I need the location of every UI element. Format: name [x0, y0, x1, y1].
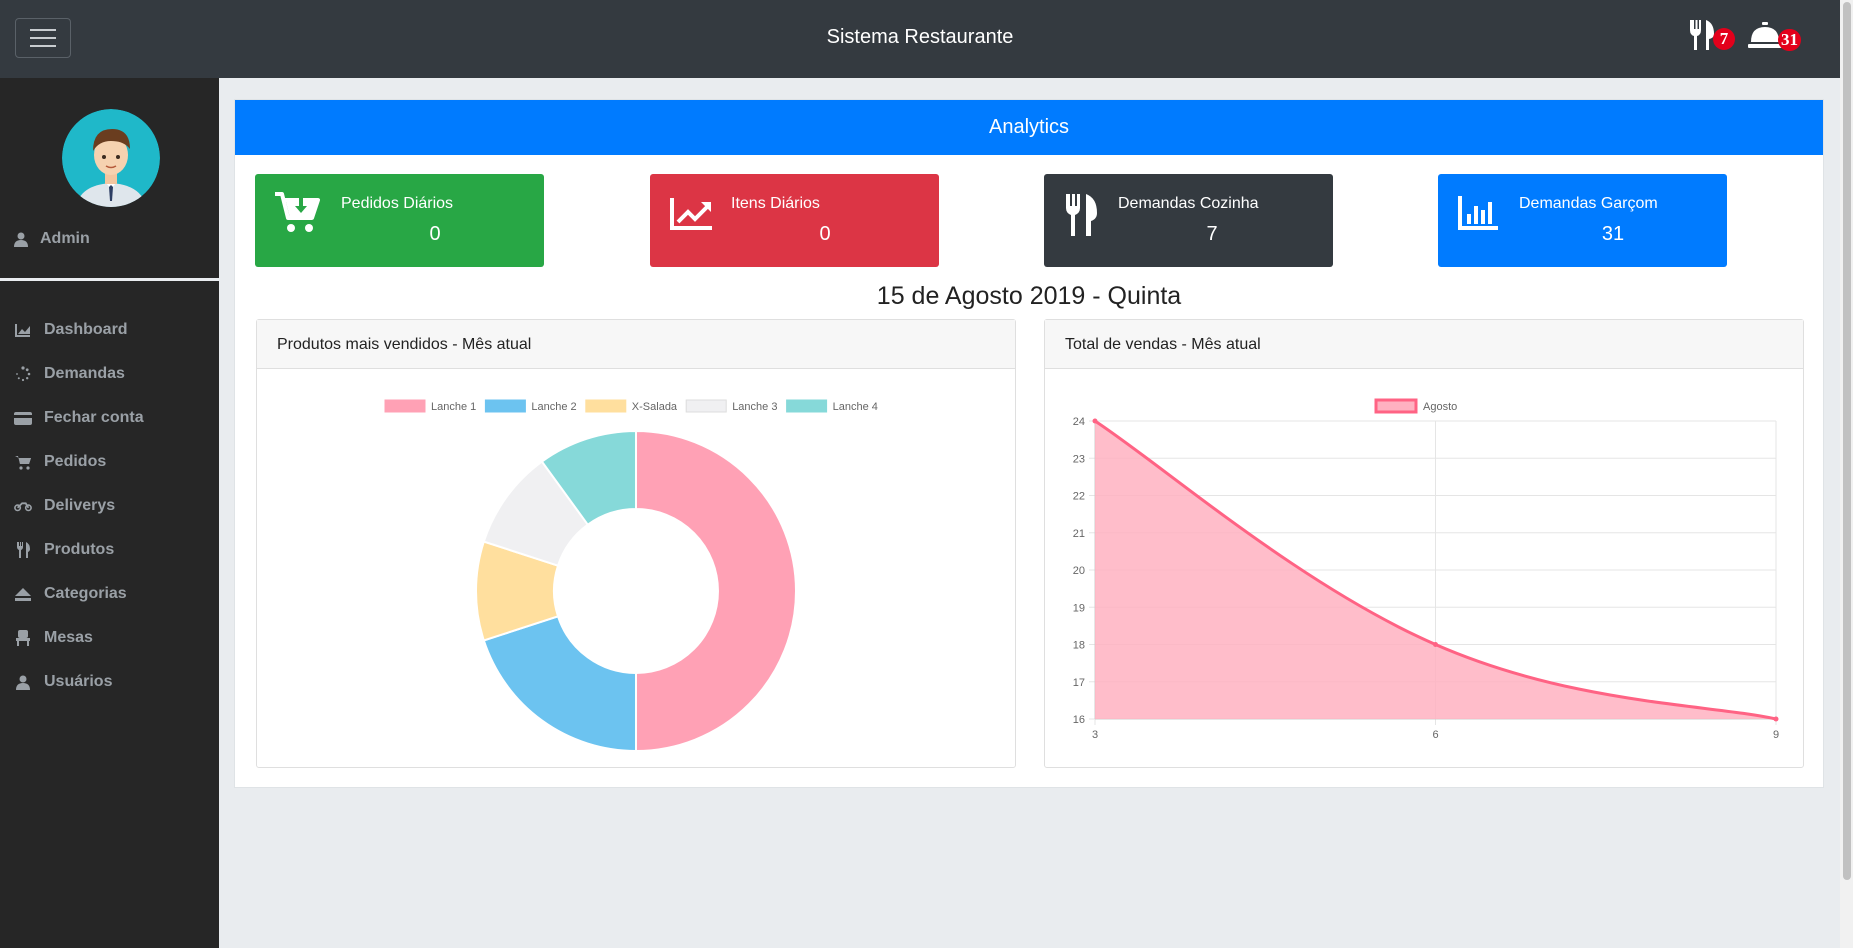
stat-value: 31: [1601, 223, 1625, 245]
y-tick-label: 24: [1073, 416, 1085, 428]
panel-title: Analytics: [235, 100, 1823, 155]
bar-chart-icon: [1458, 196, 1498, 235]
sidebar-item-pedidos[interactable]: Pedidos: [0, 440, 219, 484]
top-navbar: Sistema Restaurante 7 31: [0, 0, 1840, 78]
sidebar-item-label: Mesas: [44, 629, 93, 646]
data-point[interactable]: [1773, 716, 1779, 722]
sidebar-item-produtos[interactable]: Produtos: [0, 528, 219, 572]
stat-card-pedidos[interactable]: Pedidos Diários 0: [255, 174, 544, 267]
donut-slice[interactable]: [635, 429, 797, 753]
x-tick-label: 9: [1773, 729, 1779, 741]
sidebar-divider: [0, 278, 219, 281]
stat-card-cozinha[interactable]: Demandas Cozinha 7: [1044, 174, 1333, 267]
sidebar-item-usuarios[interactable]: Usuários: [0, 660, 219, 704]
kitchen-count-badge: 7: [1713, 28, 1735, 50]
legend-swatch[interactable]: [786, 399, 828, 413]
y-tick-label: 17: [1073, 677, 1085, 689]
current-date: 15 de Agosto 2019 - Quinta: [876, 282, 1182, 310]
y-tick-label: 22: [1073, 491, 1085, 503]
sidebar-nav: Dashboard Demandas Fechar conta Pedidos …: [0, 308, 219, 704]
y-tick-label: 21: [1073, 528, 1085, 540]
sidebar-item-label: Pedidos: [44, 453, 107, 470]
user-icon: [14, 674, 32, 690]
data-point[interactable]: [1092, 418, 1098, 424]
sidebar-item-demandas[interactable]: Demandas: [0, 352, 219, 396]
credit-card-icon: [14, 410, 32, 426]
sidebar-item-label: Deliverys: [44, 497, 116, 514]
legend-label: Lanche 2: [531, 401, 576, 413]
user-icon: [14, 232, 28, 247]
chair-icon: [14, 630, 32, 646]
spinner-icon: [14, 366, 32, 382]
sidebar-item-label: Categorias: [44, 585, 127, 602]
cutlery-icon: [14, 542, 32, 558]
line-chart-icon: [670, 198, 712, 235]
legend-label: Lanche 1: [431, 401, 476, 413]
stat-value: 0: [819, 223, 831, 245]
y-tick-label: 19: [1073, 602, 1085, 614]
legend-swatch[interactable]: [585, 399, 627, 413]
sales-total-chart-card: Total de vendas - Mês atual 16 17 18 19 20 21…: [1044, 319, 1804, 768]
legend-swatch[interactable]: [685, 399, 727, 413]
y-tick-label: 20: [1073, 565, 1085, 577]
eject-icon: [14, 586, 32, 602]
avatar: [62, 109, 160, 207]
y-tick-label: 16: [1073, 714, 1085, 726]
legend-label: Lanche 4: [833, 401, 878, 413]
cart-download-icon: [275, 192, 321, 239]
sidebar-item-dashboard[interactable]: Dashboard: [0, 308, 219, 352]
analytics-panel: Analytics Pedidos Diários 0 Itens Diário…: [234, 99, 1824, 788]
x-tick-label: 3: [1092, 729, 1098, 741]
kitchen-demands-button[interactable]: 7: [1688, 18, 1736, 54]
chart-title: Produtos mais vendidos - Mês atual: [257, 320, 1015, 369]
sidebar-item-label: Usuários: [44, 673, 113, 690]
sidebar-item-label: Dashboard: [44, 321, 128, 338]
app-title: Sistema Restaurante: [826, 26, 1014, 48]
area-chart-icon: [14, 322, 32, 338]
doughnut-chart: Lanche 1 Lanche 2 X-Salada Lanche 3 Lanche 4: [384, 399, 878, 753]
scrollbar-thumb[interactable]: [1843, 2, 1851, 880]
legend-swatch[interactable]: [384, 399, 426, 413]
sidebar-item-deliverys[interactable]: Deliverys: [0, 484, 219, 528]
chart-title: Total de vendas - Mês atual: [1045, 320, 1803, 369]
cart-icon: [14, 454, 32, 470]
cutlery-icon: [1064, 194, 1098, 241]
y-tick-label: 23: [1073, 453, 1085, 465]
user-info: Admin: [14, 230, 90, 248]
sidebar-item-categorias[interactable]: Categorias: [0, 572, 219, 616]
legend-swatch[interactable]: [484, 399, 526, 413]
waiter-demands-button[interactable]: 31: [1748, 18, 1806, 54]
donut-slice[interactable]: [482, 615, 637, 753]
data-point[interactable]: [1433, 642, 1438, 647]
stat-card-garcom[interactable]: Demandas Garçom 31: [1438, 174, 1727, 267]
service-bell-icon: [1748, 22, 1782, 48]
stat-value: 7: [1206, 223, 1218, 245]
stat-label: Demandas Cozinha: [1118, 195, 1259, 212]
sidebar-item-label: Produtos: [44, 541, 115, 558]
stat-label: Itens Diários: [731, 195, 820, 212]
motorcycle-icon: [14, 498, 32, 514]
stat-value: 0: [429, 223, 441, 245]
sidebar: Admin Dashboard Demandas Fechar conta Pe…: [0, 78, 219, 948]
sidebar-item-mesas[interactable]: Mesas: [0, 616, 219, 660]
area-chart: 16 17 18 19 20 21 22 23 24 3 6 9 Agosto: [1073, 398, 1779, 741]
stat-label: Pedidos Diários: [341, 195, 454, 212]
legend-label: Agosto: [1423, 401, 1457, 413]
user-avatar-icon: [62, 109, 160, 207]
stat-label: Demandas Garçom: [1519, 195, 1658, 212]
sidebar-item-fechar-conta[interactable]: Fechar conta: [0, 396, 219, 440]
user-name: Admin: [40, 230, 90, 247]
y-tick-label: 18: [1073, 640, 1085, 652]
waiter-count-badge: 31: [1778, 29, 1801, 51]
sidebar-item-label: Demandas: [44, 365, 125, 382]
sidebar-item-label: Fechar conta: [44, 409, 144, 426]
top-products-chart-card: Produtos mais vendidos - Mês atual Lanch…: [256, 319, 1016, 768]
page-scrollbar[interactable]: [1840, 0, 1853, 948]
x-tick-label: 6: [1432, 729, 1438, 741]
legend-label: X-Salada: [632, 401, 678, 413]
legend-label: Lanche 3: [732, 401, 777, 413]
legend-swatch[interactable]: [1374, 398, 1418, 414]
stat-card-itens[interactable]: Itens Diários 0: [650, 174, 939, 267]
